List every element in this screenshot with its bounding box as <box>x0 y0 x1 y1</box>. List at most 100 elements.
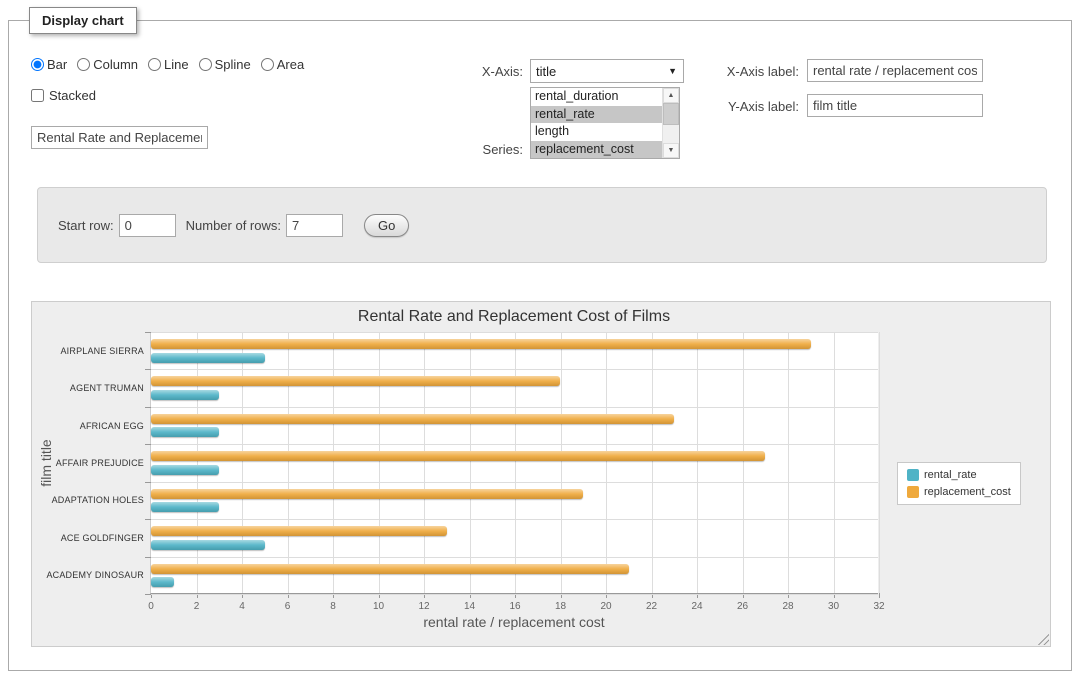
chart-container: Rental Rate and Replacement Cost of Film… <box>31 301 1051 647</box>
y-tick <box>145 557 151 558</box>
x-gridline <box>834 332 835 593</box>
x-tick-label: 30 <box>828 601 839 612</box>
series-option-rental_duration[interactable]: rental_duration <box>531 88 662 106</box>
x-tick-label: 0 <box>148 601 154 612</box>
chart-type-option-bar[interactable]: Bar <box>31 57 67 72</box>
chart-type-option-line[interactable]: Line <box>148 57 189 72</box>
x-tick-label: 20 <box>600 601 611 612</box>
series-option-replacement_cost[interactable]: replacement_cost <box>531 141 662 159</box>
chart-type-radio-area[interactable] <box>261 58 274 71</box>
bar-rental_rate <box>151 427 219 437</box>
bar-rental_rate <box>151 353 265 363</box>
series-option-length[interactable]: length <box>531 123 662 141</box>
chart-title-input[interactable] <box>31 126 208 149</box>
x-tick-label: 18 <box>555 601 566 612</box>
legend-label: replacement_cost <box>924 486 1011 498</box>
num-rows-label: Number of rows: <box>186 218 281 233</box>
bar-replacement_cost <box>151 564 629 574</box>
series-select-label: Series: <box>429 142 523 157</box>
row-controls-panel: Start row: Number of rows: Go <box>37 187 1047 263</box>
chart-type-label: Spline <box>215 57 251 72</box>
y-gridline <box>151 594 878 595</box>
category-label: ADAPTATION HOLES <box>52 495 144 505</box>
bar-replacement_cost <box>151 414 674 424</box>
legend-item-rental_rate[interactable]: rental_rate <box>907 469 1011 481</box>
x-tick-label: 24 <box>691 601 702 612</box>
y-tick <box>145 519 151 520</box>
x-gridline <box>652 332 653 593</box>
x-tick-label: 2 <box>194 601 200 612</box>
start-row-input[interactable] <box>119 214 176 237</box>
y-axis-label-input[interactable] <box>807 94 983 117</box>
series-options: rental_durationrental_ratelengthreplacem… <box>531 88 662 158</box>
go-button[interactable]: Go <box>364 214 409 237</box>
legend-label: rental_rate <box>924 469 977 481</box>
x-axis-select[interactable]: title ▼ <box>530 59 684 83</box>
listbox-scrollbar[interactable]: ▲ ▼ <box>662 88 679 158</box>
x-gridline <box>288 332 289 593</box>
stacked-label: Stacked <box>49 88 96 103</box>
chart-type-radio-spline[interactable] <box>199 58 212 71</box>
legend-swatch <box>907 469 919 481</box>
y-tick <box>145 594 151 595</box>
chart-type-label: Column <box>93 57 138 72</box>
scroll-up-icon[interactable]: ▲ <box>663 88 679 103</box>
bar-rental_rate <box>151 390 219 400</box>
chart-type-radios: Bar Column Line Spline Area <box>31 57 304 72</box>
chart-type-radio-column[interactable] <box>77 58 90 71</box>
chart-type-label: Line <box>164 57 189 72</box>
chart-type-option-area[interactable]: Area <box>261 57 304 72</box>
chart-type-option-column[interactable]: Column <box>77 57 138 72</box>
y-tick <box>145 369 151 370</box>
y-gridline <box>151 332 878 333</box>
x-tick-label: 12 <box>418 601 429 612</box>
start-row-label: Start row: <box>58 218 114 233</box>
num-rows-input[interactable] <box>286 214 343 237</box>
legend-swatch <box>907 486 919 498</box>
app-page: Display chart Bar Column Line Spline Area St… <box>0 0 1081 681</box>
chevron-down-icon: ▼ <box>662 66 683 76</box>
stacked-checkbox[interactable] <box>31 89 44 102</box>
x-tick-label: 26 <box>737 601 748 612</box>
x-axis-label-input[interactable] <box>807 59 983 82</box>
stacked-checkbox-row[interactable]: Stacked <box>31 88 96 103</box>
chart-legend: rental_rate replacement_cost <box>897 462 1021 505</box>
y-axis-label-label: Y-Axis label: <box>699 99 799 114</box>
display-chart-panel: Display chart BarColumnLineSplineArea St… <box>8 20 1072 671</box>
panel-legend: Display chart <box>29 7 137 34</box>
y-tick <box>145 482 151 483</box>
x-tick-label: 6 <box>285 601 291 612</box>
chart-type-radio-line[interactable] <box>148 58 161 71</box>
bar-replacement_cost <box>151 489 583 499</box>
x-gridline <box>561 332 562 593</box>
series-listbox[interactable]: rental_durationrental_ratelengthreplacem… <box>530 87 680 159</box>
chart-title: Rental Rate and Replacement Cost of Film… <box>150 308 878 326</box>
resize-handle-icon[interactable] <box>1036 632 1049 645</box>
bar-replacement_cost <box>151 376 560 386</box>
category-label: AGENT TRUMAN <box>70 383 144 393</box>
y-tick <box>145 444 151 445</box>
scrollbar-thumb[interactable] <box>663 103 679 125</box>
chart-type-label: Bar <box>47 57 67 72</box>
bar-replacement_cost <box>151 526 447 536</box>
y-gridline <box>151 369 878 370</box>
legend-item-replacement_cost[interactable]: replacement_cost <box>907 486 1011 498</box>
bar-replacement_cost <box>151 451 765 461</box>
chart-type-option-spline[interactable]: Spline <box>199 57 251 72</box>
x-tick-label: 32 <box>873 601 884 612</box>
y-gridline <box>151 482 878 483</box>
plot-area: 02468101214161820222426283032 <box>150 332 878 594</box>
x-gridline <box>788 332 789 593</box>
series-option-rental_rate[interactable]: rental_rate <box>531 106 662 124</box>
x-gridline <box>879 332 880 593</box>
x-gridline <box>333 332 334 593</box>
x-gridline <box>197 332 198 593</box>
scroll-down-icon[interactable]: ▼ <box>663 143 679 158</box>
chart-type-radio-bar[interactable] <box>31 58 44 71</box>
x-gridline <box>606 332 607 593</box>
category-labels: AIRPLANE SIERRAAGENT TRUMANAFRICAN EGGAF… <box>32 302 144 646</box>
bar-rental_rate <box>151 540 265 550</box>
x-gridline <box>743 332 744 593</box>
y-tick <box>145 407 151 408</box>
bar-replacement_cost <box>151 339 811 349</box>
